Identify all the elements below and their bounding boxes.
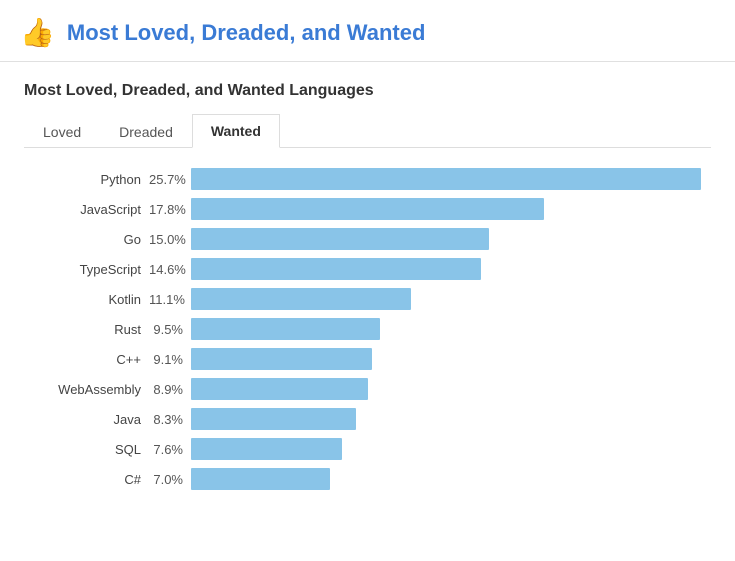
bar-row: TypeScript14.6% — [34, 258, 701, 280]
bar-track — [191, 198, 701, 220]
bar-row: Rust9.5% — [34, 318, 701, 340]
bar-track — [191, 228, 701, 250]
bar-pct: 9.1% — [149, 352, 191, 367]
bar-fill — [191, 288, 411, 310]
bar-track — [191, 408, 701, 430]
bar-chart: Python25.7%JavaScript17.8%Go15.0%TypeScr… — [24, 168, 711, 490]
bar-fill — [191, 198, 544, 220]
bar-fill — [191, 168, 701, 190]
bar-pct: 7.6% — [149, 442, 191, 457]
bar-fill — [191, 408, 356, 430]
bar-pct: 17.8% — [149, 202, 191, 217]
main-content: Most Loved, Dreaded, and Wanted Language… — [0, 62, 735, 518]
bar-row: Kotlin11.1% — [34, 288, 701, 310]
bar-label: Python — [34, 172, 149, 187]
bar-label: C# — [34, 472, 149, 487]
bar-label: TypeScript — [34, 262, 149, 277]
bar-track — [191, 318, 701, 340]
page-header: 👍 Most Loved, Dreaded, and Wanted — [0, 0, 735, 62]
bar-track — [191, 288, 701, 310]
bar-fill — [191, 438, 342, 460]
bar-label: C++ — [34, 352, 149, 367]
bar-track — [191, 438, 701, 460]
bar-row: Go15.0% — [34, 228, 701, 250]
bar-pct: 25.7% — [149, 172, 191, 187]
bar-track — [191, 468, 701, 490]
bar-pct: 15.0% — [149, 232, 191, 247]
bar-label: Java — [34, 412, 149, 427]
bar-pct: 11.1% — [149, 292, 191, 307]
bar-pct: 8.9% — [149, 382, 191, 397]
bar-row: WebAssembly8.9% — [34, 378, 701, 400]
tab-wanted[interactable]: Wanted — [192, 114, 280, 148]
bar-pct: 8.3% — [149, 412, 191, 427]
bar-track — [191, 348, 701, 370]
bar-row: Python25.7% — [34, 168, 701, 190]
bar-row: Java8.3% — [34, 408, 701, 430]
bar-label: JavaScript — [34, 202, 149, 217]
bar-row: JavaScript17.8% — [34, 198, 701, 220]
bar-row: SQL7.6% — [34, 438, 701, 460]
page-title: Most Loved, Dreaded, and Wanted — [67, 20, 426, 46]
bar-fill — [191, 318, 380, 340]
bar-label: Rust — [34, 322, 149, 337]
bar-track — [191, 258, 701, 280]
bar-pct: 7.0% — [149, 472, 191, 487]
bar-fill — [191, 228, 489, 250]
section-title: Most Loved, Dreaded, and Wanted Language… — [24, 82, 711, 100]
bar-fill — [191, 468, 330, 490]
bar-row: C++9.1% — [34, 348, 701, 370]
bar-label: WebAssembly — [34, 382, 149, 397]
bar-row: C#7.0% — [34, 468, 701, 490]
bar-fill — [191, 348, 372, 370]
bar-track — [191, 378, 701, 400]
bar-track — [191, 168, 701, 190]
bar-label: Go — [34, 232, 149, 247]
bar-pct: 14.6% — [149, 262, 191, 277]
tab-bar: Loved Dreaded Wanted — [24, 114, 711, 148]
bar-fill — [191, 258, 481, 280]
tab-loved[interactable]: Loved — [24, 114, 100, 148]
bar-label: Kotlin — [34, 292, 149, 307]
tab-dreaded[interactable]: Dreaded — [100, 114, 192, 148]
bar-label: SQL — [34, 442, 149, 457]
bar-pct: 9.5% — [149, 322, 191, 337]
bar-fill — [191, 378, 368, 400]
thumbs-up-icon: 👍 — [20, 16, 55, 49]
